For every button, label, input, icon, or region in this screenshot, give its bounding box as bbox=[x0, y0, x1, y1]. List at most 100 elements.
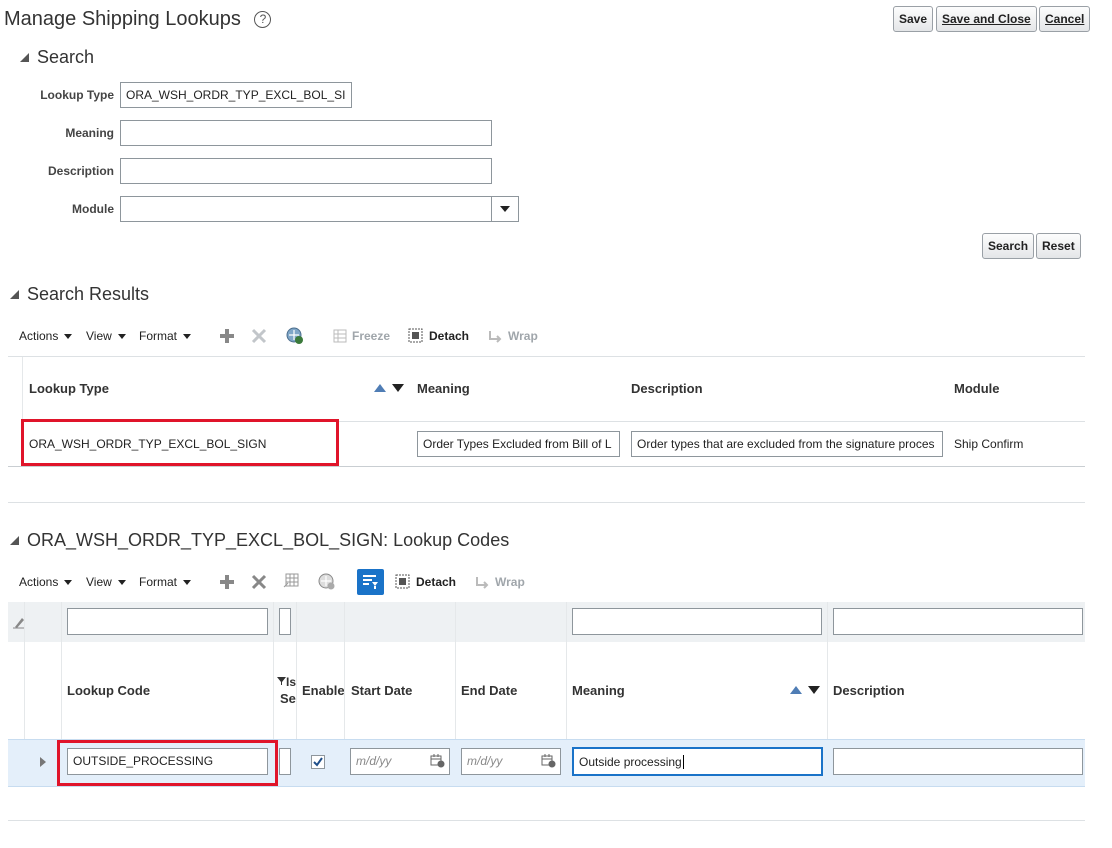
sort-ascending-icon[interactable] bbox=[790, 686, 802, 694]
caret-down-icon bbox=[117, 334, 126, 339]
column-header-seed-top[interactable]: Is bbox=[286, 675, 296, 689]
description-filter-input[interactable] bbox=[833, 608, 1083, 635]
meaning-cell-input[interactable]: Order Types Excluded from Bill of L bbox=[417, 431, 620, 457]
lookup-type-label: Lookup Type bbox=[40, 88, 114, 102]
add-icon[interactable] bbox=[219, 328, 235, 344]
module-label: Module bbox=[72, 202, 114, 216]
chevron-down-icon[interactable] bbox=[491, 197, 518, 221]
module-select[interactable] bbox=[120, 196, 519, 222]
lookup-code-filter-input[interactable] bbox=[67, 608, 268, 635]
column-divider bbox=[455, 602, 456, 739]
calendar-icon[interactable] bbox=[541, 754, 556, 768]
column-header-enabled[interactable]: Enable bbox=[302, 683, 344, 698]
collapse-triangle-icon[interactable] bbox=[20, 53, 29, 62]
column-header-module[interactable]: Module bbox=[954, 381, 1000, 396]
column-header-end-date[interactable]: End Date bbox=[461, 683, 517, 698]
meaning-input-value: Outside processing bbox=[579, 755, 682, 769]
column-header-lookup-type[interactable]: Lookup Type bbox=[29, 381, 109, 396]
column-header-meaning[interactable]: Meaning bbox=[572, 683, 625, 698]
seed-data-input[interactable] bbox=[279, 748, 291, 775]
section-bottom-divider bbox=[8, 820, 1085, 821]
column-header-seed-bottom[interactable]: Se bbox=[280, 691, 296, 706]
caret-down-icon bbox=[183, 580, 192, 585]
view-menu-label: View bbox=[86, 329, 112, 343]
codes-detach-button[interactable]: Detach bbox=[416, 575, 456, 589]
meaning-filter-input[interactable] bbox=[572, 608, 822, 635]
detach-icon[interactable] bbox=[395, 574, 410, 589]
description-cell-input[interactable]: Order types that are excluded from the s… bbox=[631, 431, 943, 457]
column-divider bbox=[566, 602, 567, 739]
column-divider bbox=[296, 602, 297, 739]
view-menu[interactable]: View bbox=[86, 329, 126, 343]
columns-icon[interactable] bbox=[283, 573, 299, 589]
detach-button[interactable]: Detach bbox=[429, 329, 469, 343]
lookup-type-input[interactable]: ORA_WSH_ORDR_TYP_EXCL_BOL_SI bbox=[120, 82, 352, 108]
codes-section-header[interactable]: ORA_WSH_ORDR_TYP_EXCL_BOL_SIGN: Lookup C… bbox=[10, 530, 509, 551]
highlight-box bbox=[57, 740, 278, 786]
column-header-start-date[interactable]: Start Date bbox=[351, 683, 412, 698]
column-header-lookup-code[interactable]: Lookup Code bbox=[67, 683, 150, 698]
results-section-header[interactable]: Search Results bbox=[10, 284, 149, 305]
codes-format-menu[interactable]: Format bbox=[139, 575, 192, 589]
column-header-meaning[interactable]: Meaning bbox=[417, 381, 470, 396]
save-button[interactable]: Save bbox=[893, 6, 934, 32]
table-top-border bbox=[8, 356, 1085, 357]
search-button[interactable]: Search bbox=[982, 233, 1035, 259]
end-date-placeholder: m/d/yy bbox=[467, 754, 503, 768]
meaning-input[interactable] bbox=[120, 120, 492, 146]
start-date-input[interactable]: m/d/yy bbox=[350, 748, 450, 775]
module-cell: Ship Confirm bbox=[954, 437, 1024, 451]
end-date-input[interactable]: m/d/yy bbox=[461, 748, 561, 775]
view-menu-label: View bbox=[86, 575, 112, 589]
sort-descending-icon[interactable] bbox=[392, 384, 404, 392]
page-title: Manage Shipping Lookups ? bbox=[4, 8, 272, 31]
calendar-icon[interactable] bbox=[430, 754, 445, 768]
collapse-triangle-icon[interactable] bbox=[10, 290, 19, 299]
freeze-button: Freeze bbox=[352, 329, 391, 343]
format-menu-label: Format bbox=[139, 329, 178, 343]
sort-descending-icon[interactable] bbox=[808, 686, 820, 694]
format-menu-label: Format bbox=[139, 575, 178, 589]
meaning-label: Meaning bbox=[65, 126, 114, 140]
cancel-button[interactable]: Cancel bbox=[1039, 6, 1091, 32]
caret-down-icon bbox=[117, 580, 126, 585]
seed-filter-input[interactable] bbox=[279, 608, 291, 635]
freeze-icon bbox=[333, 329, 347, 343]
help-icon[interactable]: ? bbox=[254, 11, 272, 28]
expand-row-icon[interactable] bbox=[40, 757, 46, 767]
actions-menu[interactable]: Actions bbox=[19, 329, 73, 343]
search-section-title: Search bbox=[37, 47, 95, 67]
column-divider bbox=[273, 602, 274, 739]
highlight-box bbox=[21, 419, 339, 466]
text-cursor bbox=[682, 755, 684, 769]
search-section-header[interactable]: Search bbox=[20, 47, 94, 68]
filter-icon bbox=[363, 575, 378, 589]
codes-actions-menu[interactable]: Actions bbox=[19, 575, 73, 589]
delete-icon[interactable] bbox=[251, 574, 267, 590]
wrap-button: Wrap bbox=[508, 329, 538, 343]
description-input[interactable] bbox=[120, 158, 492, 184]
delete-icon[interactable] bbox=[251, 328, 267, 344]
reset-button[interactable]: Reset bbox=[1036, 233, 1081, 259]
column-divider bbox=[827, 602, 828, 739]
add-icon[interactable] bbox=[219, 574, 235, 590]
actions-menu-label: Actions bbox=[19, 575, 59, 589]
filter-toggle-button[interactable] bbox=[357, 569, 384, 595]
enabled-checkbox[interactable] bbox=[311, 755, 325, 769]
format-menu[interactable]: Format bbox=[139, 329, 192, 343]
codes-wrap-button: Wrap bbox=[495, 575, 525, 589]
column-header-description[interactable]: Description bbox=[631, 381, 703, 396]
save-and-close-button[interactable]: Save and Close bbox=[936, 6, 1037, 32]
codes-view-menu[interactable]: View bbox=[86, 575, 126, 589]
query-by-example-icon[interactable] bbox=[318, 573, 336, 591]
results-section-title: Search Results bbox=[27, 284, 150, 304]
meaning-input[interactable]: Outside processing bbox=[572, 747, 823, 776]
section-divider bbox=[8, 502, 1085, 503]
column-header-description[interactable]: Description bbox=[833, 683, 905, 698]
query-by-example-icon[interactable] bbox=[286, 327, 304, 345]
detach-icon[interactable] bbox=[408, 328, 423, 343]
collapse-triangle-icon[interactable] bbox=[10, 536, 19, 545]
sort-ascending-icon[interactable] bbox=[374, 384, 386, 392]
description-input[interactable] bbox=[833, 748, 1083, 775]
caret-down-icon bbox=[64, 334, 73, 339]
